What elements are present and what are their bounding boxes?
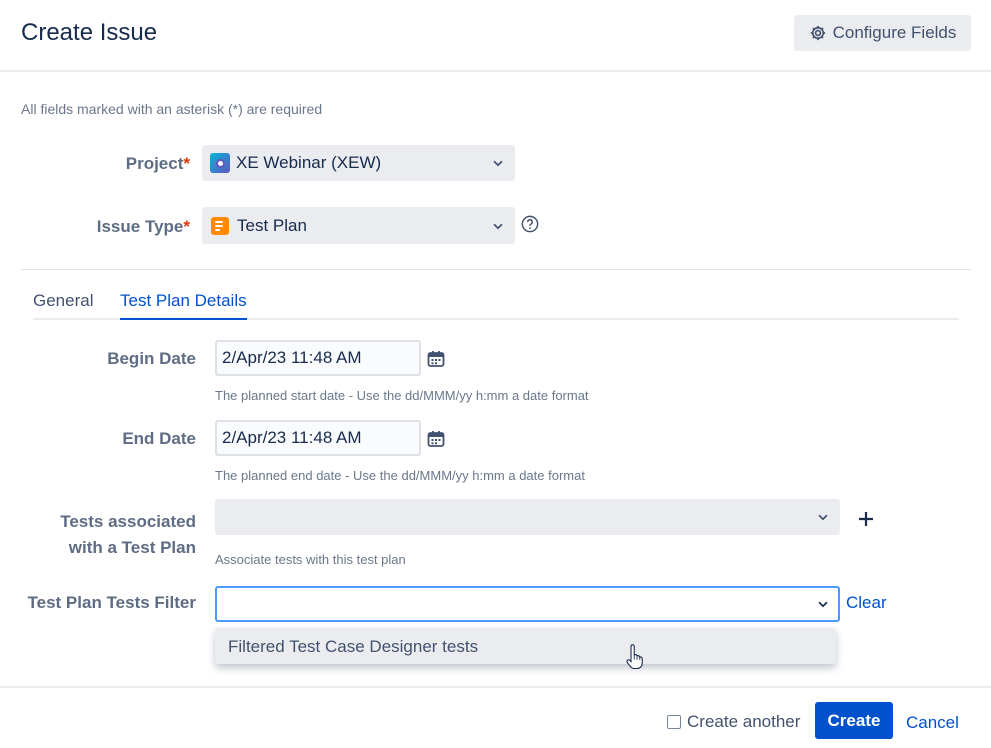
tab-bar: General Test Plan Details xyxy=(33,291,959,320)
chevron-down-icon xyxy=(818,601,828,608)
create-another-label: Create another xyxy=(687,712,801,731)
chevron-down-icon xyxy=(493,223,503,229)
create-another-checkbox[interactable] xyxy=(667,715,681,729)
required-asterisk: * xyxy=(183,217,190,236)
tests-associated-label: Tests associated with a Test Plan xyxy=(60,512,196,557)
begin-date-hint: The planned start date - Use the dd/MMM/… xyxy=(215,388,589,403)
dropdown-option[interactable]: Filtered Test Case Designer tests xyxy=(228,637,478,657)
configure-fields-button[interactable]: Configure Fields xyxy=(794,15,971,51)
tests-filter-select[interactable] xyxy=(215,586,840,622)
create-another-option[interactable]: Create another xyxy=(667,712,800,732)
clear-filter-link[interactable]: Clear xyxy=(846,593,887,613)
hand-pointer-icon xyxy=(626,644,643,670)
required-asterisk: * xyxy=(183,154,190,173)
project-value: XE Webinar (XEW) xyxy=(236,153,382,172)
begin-date-input[interactable] xyxy=(215,340,421,376)
create-button[interactable]: Create xyxy=(815,702,893,739)
configure-fields-label: Configure Fields xyxy=(832,23,957,42)
tests-associated-hint: Associate tests with this test plan xyxy=(215,552,406,567)
tests-filter-label: Test Plan Tests Filter xyxy=(27,593,196,612)
project-select[interactable]: XE Webinar (XEW) xyxy=(202,145,515,181)
project-label: Project* xyxy=(125,154,190,173)
plus-icon[interactable] xyxy=(857,510,875,528)
project-avatar-icon xyxy=(210,153,230,173)
issue-type-label: Issue Type* xyxy=(96,217,190,236)
tab-general[interactable]: General xyxy=(33,291,93,320)
help-icon[interactable] xyxy=(521,215,539,233)
chevron-down-icon xyxy=(493,160,503,167)
cancel-link[interactable]: Cancel xyxy=(906,713,959,733)
filter-dropdown-menu: Filtered Test Case Designer tests xyxy=(215,628,836,664)
required-fields-note: All fields marked with an asterisk (*) a… xyxy=(21,101,323,117)
calendar-icon[interactable] xyxy=(427,430,445,448)
end-date-label: End Date xyxy=(122,429,196,448)
dialog-title: Create Issue xyxy=(21,19,158,46)
end-date-hint: The planned end date - Use the dd/MMM/yy… xyxy=(215,468,585,483)
tests-associated-select[interactable] xyxy=(215,499,840,535)
calendar-icon[interactable] xyxy=(427,350,445,368)
test-plan-icon xyxy=(211,216,229,235)
gear-icon xyxy=(810,25,825,41)
issue-type-select[interactable]: Test Plan xyxy=(202,207,515,244)
tab-test-plan-details[interactable]: Test Plan Details xyxy=(120,291,247,320)
chevron-down-icon xyxy=(818,514,828,521)
begin-date-label: Begin Date xyxy=(107,349,196,368)
issue-type-value: Test Plan xyxy=(237,215,307,235)
dialog-header: Create Issue Configure Fields xyxy=(0,0,991,72)
end-date-input[interactable] xyxy=(215,420,421,456)
section-divider xyxy=(21,269,971,270)
